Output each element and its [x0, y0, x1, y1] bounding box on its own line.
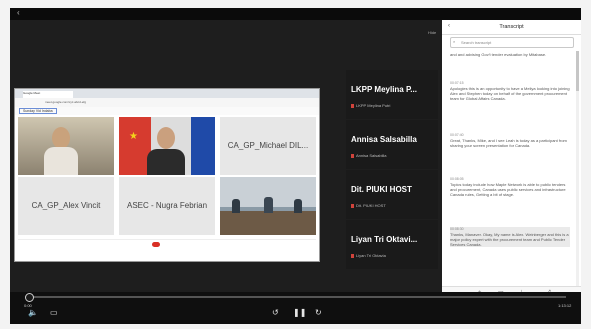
- video-tile: CA_GP_Alex Vincit: [18, 177, 114, 235]
- transcript-text: Thanks, Manaver. Okay, My name is Alex. …: [450, 232, 569, 247]
- transcript-time: 00:07:40: [450, 133, 464, 137]
- transcript-text: Apologies this is an opportunity to have…: [450, 86, 570, 101]
- player-controls: 0:00 1:13:12 🔈 ▭ ↺ ❚❚ ↻: [10, 292, 581, 324]
- meeting-recording-player: ‹ Hide Google Meet meet.google.com/xyz-a…: [10, 8, 581, 324]
- participant-sub: Dit. PIUKI HOST: [351, 203, 386, 208]
- video-tile: [18, 117, 114, 175]
- search-placeholder: Search transcript: [461, 40, 492, 45]
- end-call-icon[interactable]: [152, 242, 160, 247]
- video-tile: CA_GP_Michael DIL...: [220, 117, 316, 175]
- video-grid: ★ CA_GP_Michael DIL... CA_GP_Alex Vincit…: [18, 117, 316, 257]
- pause-icon[interactable]: ❚❚: [293, 308, 306, 317]
- person-head: [52, 127, 70, 149]
- participant-tile[interactable]: LKPP Meylina P... LKPP Meylina Putri: [346, 70, 438, 119]
- video-tile: ASEC - Nugra Febrian: [119, 177, 215, 235]
- transcript-list[interactable]: and and advising Gov't tender evaluation…: [442, 51, 574, 286]
- transcript-entry[interactable]: 00:07:40 Great, Thanks, Mike, and I see …: [450, 133, 570, 148]
- transcript-time: 00:07:15: [450, 81, 464, 85]
- video-tile: ★: [119, 117, 215, 175]
- hide-panel-button[interactable]: Hide: [428, 30, 436, 35]
- forward-icon[interactable]: ↻: [315, 308, 322, 317]
- participant-name: Dit. PIUKI HOST: [351, 185, 412, 194]
- mic-off-icon: [351, 153, 354, 158]
- participant-sub: Liyan Tri Oktavia: [351, 253, 386, 258]
- speaker-icon[interactable]: 🔈: [28, 308, 38, 317]
- seek-handle[interactable]: [25, 293, 34, 302]
- participant-tile[interactable]: Dit. PIUKI HOST Dit. PIUKI HOST: [346, 170, 438, 219]
- meeting-label: Sunday Vid Indaba: [19, 108, 57, 114]
- participant-name: Liyan Tri Oktavi...: [351, 235, 418, 244]
- transcript-text: and and advising Gov't tender evaluation…: [450, 52, 547, 57]
- browser-tab[interactable]: Google Meet: [23, 91, 73, 98]
- browser-url-text: meet.google.com/xyz-abcd-efg: [45, 100, 87, 104]
- person-body: [147, 149, 185, 175]
- mic-off-icon: [351, 253, 354, 258]
- captions-icon[interactable]: ▭: [50, 308, 58, 317]
- total-time: 1:13:12: [558, 303, 572, 308]
- back-icon[interactable]: ‹: [17, 8, 20, 17]
- transcript-scrollbar[interactable]: [576, 51, 579, 286]
- shared-screen: Google Meet meet.google.com/xyz-abcd-efg…: [14, 88, 320, 262]
- room-person: [232, 199, 240, 213]
- seek-bar[interactable]: [28, 296, 566, 298]
- participant-name: LKPP Meylina P...: [351, 85, 417, 94]
- search-icon: ⌕: [453, 39, 456, 44]
- rewind-icon[interactable]: ↺: [272, 308, 279, 317]
- transcript-title: Transcript: [499, 24, 524, 30]
- participant-sub: Annisa Salsabilla: [351, 153, 386, 158]
- mic-off-icon: [351, 203, 354, 208]
- meeting-header: Sunday Vid Indaba: [15, 107, 319, 115]
- transcript-time: 00:08:30: [450, 227, 464, 231]
- transcript-entry[interactable]: 00:08:05 Topics today include how Maple …: [450, 177, 570, 197]
- transcript-entry-active[interactable]: 00:08:30 Thanks, Manaver. Okay, My name …: [450, 227, 570, 247]
- scrollbar-thumb[interactable]: [576, 51, 579, 91]
- tile-name: CA_GP_Alex Vincit: [31, 201, 101, 210]
- participant-sub: LKPP Meylina Putri: [351, 103, 390, 108]
- flag-star-icon: ★: [129, 131, 138, 142]
- transcript-text: Great, Thanks, Mike, and I see Leah is t…: [450, 138, 567, 148]
- video-tile: [220, 177, 316, 235]
- meet-control-bar: [18, 239, 316, 250]
- participant-tile[interactable]: Annisa Salsabilla Annisa Salsabilla: [346, 120, 438, 169]
- mic-off-icon: [351, 103, 354, 108]
- transcript-text: Topics today include how Maple Network i…: [450, 182, 566, 197]
- flag-blue: [191, 117, 215, 175]
- transcript-time: 00:08:05: [450, 177, 464, 181]
- participant-name: Annisa Salsabilla: [351, 135, 417, 144]
- tile-name: CA_GP_Michael DIL...: [227, 141, 309, 150]
- person-body: [44, 147, 78, 175]
- participant-tile[interactable]: Liyan Tri Oktavi... Liyan Tri Oktavia: [346, 220, 438, 269]
- browser-tab-bar: Google Meet: [15, 89, 319, 98]
- player-top-bar: ‹: [10, 8, 581, 20]
- room-person: [294, 199, 302, 213]
- room-table: [220, 211, 316, 235]
- transcript-search-input[interactable]: ⌕ Search transcript: [450, 37, 574, 48]
- room-person: [264, 197, 273, 213]
- transcript-entry[interactable]: and and advising Gov't tender evaluation…: [450, 51, 570, 57]
- transcript-panel: ‹ Transcript ⌕ Search transcript and and…: [442, 20, 581, 301]
- transcript-entry[interactable]: 00:07:15 Apologies this is an opportunit…: [450, 81, 570, 101]
- person-head: [157, 127, 175, 149]
- transcript-header: ‹ Transcript: [442, 20, 581, 35]
- tile-name: ASEC - Nugra Febrian: [126, 201, 208, 210]
